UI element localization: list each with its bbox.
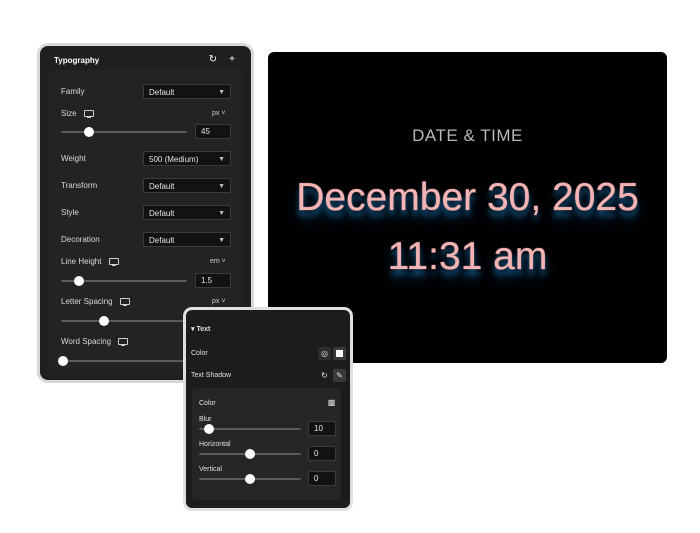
blur-slider-track[interactable] — [199, 428, 301, 430]
word-spacing-slider-track[interactable] — [61, 360, 187, 362]
size-unit-select[interactable]: px ˅ — [212, 110, 225, 117]
family-value: Default — [149, 88, 175, 97]
size-slider-track[interactable] — [61, 131, 187, 133]
letter-spacing-label: Letter Spacing — [61, 297, 113, 306]
style-label: Style — [61, 208, 79, 217]
vertical-slider-handle[interactable] — [245, 474, 255, 484]
weight-select[interactable]: 500 (Medium) ▼ — [143, 151, 231, 166]
monitor-icon — [120, 298, 130, 306]
line-height-unit-select[interactable]: em ˅ — [210, 258, 226, 265]
typography-title: Typography — [54, 56, 100, 65]
line-height-label: Line Height — [61, 257, 102, 266]
shadow-color-label: Color — [199, 400, 216, 407]
style-value: Default — [149, 209, 175, 218]
decoration-select[interactable]: Default ▼ — [143, 232, 231, 247]
size-input[interactable]: 45 — [195, 124, 231, 139]
vertical-input[interactable]: 0 — [308, 471, 336, 486]
transform-label: Transform — [61, 181, 98, 190]
chevron-down-icon: ▼ — [218, 237, 225, 244]
vertical-label: Vertical — [199, 466, 222, 473]
line-height-slider-handle[interactable] — [73, 276, 84, 286]
decoration-value: Default — [149, 236, 175, 245]
weight-value: 500 (Medium) — [149, 155, 199, 164]
monitor-icon — [109, 258, 119, 266]
blur-slider-handle[interactable] — [204, 424, 215, 434]
monitor-icon — [84, 110, 94, 118]
preview-time: 11:31 am — [387, 235, 548, 278]
color-picker-icon[interactable]: ▩ — [325, 396, 338, 409]
color-swatch[interactable] — [333, 347, 346, 360]
blur-label: Blur — [199, 416, 212, 423]
globe-icon[interactable]: ◎ — [318, 347, 331, 360]
chevron-down-icon: ▼ — [218, 89, 225, 96]
letter-spacing-unit-select[interactable]: px ˅ — [212, 298, 225, 305]
reset-icon[interactable]: ↻ — [208, 54, 218, 66]
horizontal-input[interactable]: 0 — [308, 446, 336, 461]
horizontal-slider-handle[interactable] — [245, 449, 255, 459]
transform-value: Default — [149, 182, 175, 191]
horizontal-label: Horizontal — [199, 441, 231, 448]
text-section-header[interactable]: ▾ Text — [191, 325, 210, 333]
chevron-down-icon: ▼ — [218, 156, 225, 163]
family-select[interactable]: Default ▼ — [143, 84, 231, 99]
blur-input[interactable]: 10 — [308, 421, 336, 436]
family-label: Family — [61, 87, 85, 96]
size-label: Size — [61, 109, 77, 118]
text-shadow-label: Text Shadow — [191, 372, 232, 379]
text-shadow-popover: Color ▩ Blur 10 Horizontal 0 Vertical 0 — [192, 388, 341, 500]
transform-select[interactable]: Default ▼ — [143, 178, 231, 193]
text-style-panel: ▾ Text Color ◎ Text Shadow ↻ ✎ Color ▩ B… — [186, 310, 350, 508]
letter-spacing-slider-track[interactable] — [61, 320, 187, 322]
reset-icon[interactable]: ↻ — [318, 369, 331, 382]
preview-date: December 30, 2025 — [296, 176, 639, 219]
word-spacing-label: Word Spacing — [61, 337, 112, 346]
size-slider-handle[interactable] — [83, 127, 94, 137]
chevron-down-icon: ▼ — [218, 210, 225, 217]
color-label: Color — [191, 350, 208, 357]
word-spacing-slider-handle[interactable] — [58, 356, 68, 366]
weight-label: Weight — [61, 154, 86, 163]
monitor-icon — [118, 338, 128, 346]
edit-icon[interactable]: ✎ — [333, 369, 346, 382]
preview-label: DATE & TIME — [412, 126, 523, 145]
letter-spacing-slider-handle[interactable] — [98, 316, 109, 326]
add-icon[interactable]: + — [227, 54, 237, 66]
decoration-label: Decoration — [61, 235, 100, 244]
style-select[interactable]: Default ▼ — [143, 205, 231, 220]
chevron-down-icon: ▼ — [218, 183, 225, 190]
line-height-input[interactable]: 1.5 — [195, 273, 231, 288]
